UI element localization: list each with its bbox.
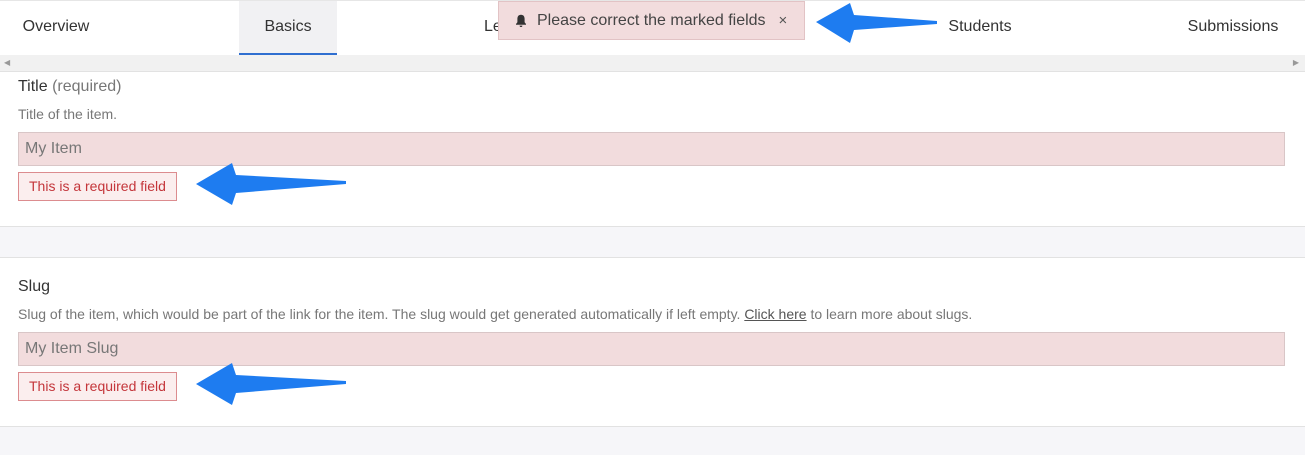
title-section: Title (required) Title of the item. This…: [0, 72, 1305, 227]
scroll-left-icon[interactable]: ◀: [4, 58, 10, 68]
required-marker: (required): [52, 78, 122, 95]
scroll-right-icon[interactable]: ▶: [1293, 58, 1299, 68]
tab-submissions[interactable]: Submissions: [1168, 1, 1298, 56]
slug-error-badge: This is a required field: [18, 372, 177, 401]
title-label: Title (required): [18, 78, 121, 96]
title-description: Title of the item.: [18, 106, 118, 122]
tab-basics[interactable]: Basics: [239, 1, 337, 56]
learn-more-link[interactable]: Click here: [744, 306, 806, 322]
title-input[interactable]: [18, 132, 1285, 166]
toast-message: Please correct the marked fields: [537, 11, 766, 29]
slug-label: Slug: [18, 278, 51, 295]
section-divider: [0, 227, 1305, 258]
slug-description-text: Slug of the item, which would be part of…: [18, 306, 741, 322]
title-error-badge: This is a required field: [18, 172, 177, 201]
tab-overview[interactable]: Overview: [0, 1, 112, 56]
page-bottom-spacer: [0, 427, 1305, 455]
tab-scrollbar[interactable]: ◀ ▶: [0, 55, 1305, 72]
tab-students[interactable]: Students: [930, 1, 1030, 56]
error-toast: Please correct the marked fields ×: [498, 1, 805, 40]
title-label-text: Title: [18, 78, 48, 95]
slug-input[interactable]: [18, 332, 1285, 366]
slug-description-suffix: to learn more about slugs.: [810, 306, 973, 322]
bell-icon: [516, 14, 526, 27]
close-icon[interactable]: ×: [779, 12, 788, 29]
slug-section: Slug Slug of the item, which would be pa…: [0, 258, 1305, 427]
slug-description: Slug of the item, which would be part of…: [18, 306, 972, 322]
